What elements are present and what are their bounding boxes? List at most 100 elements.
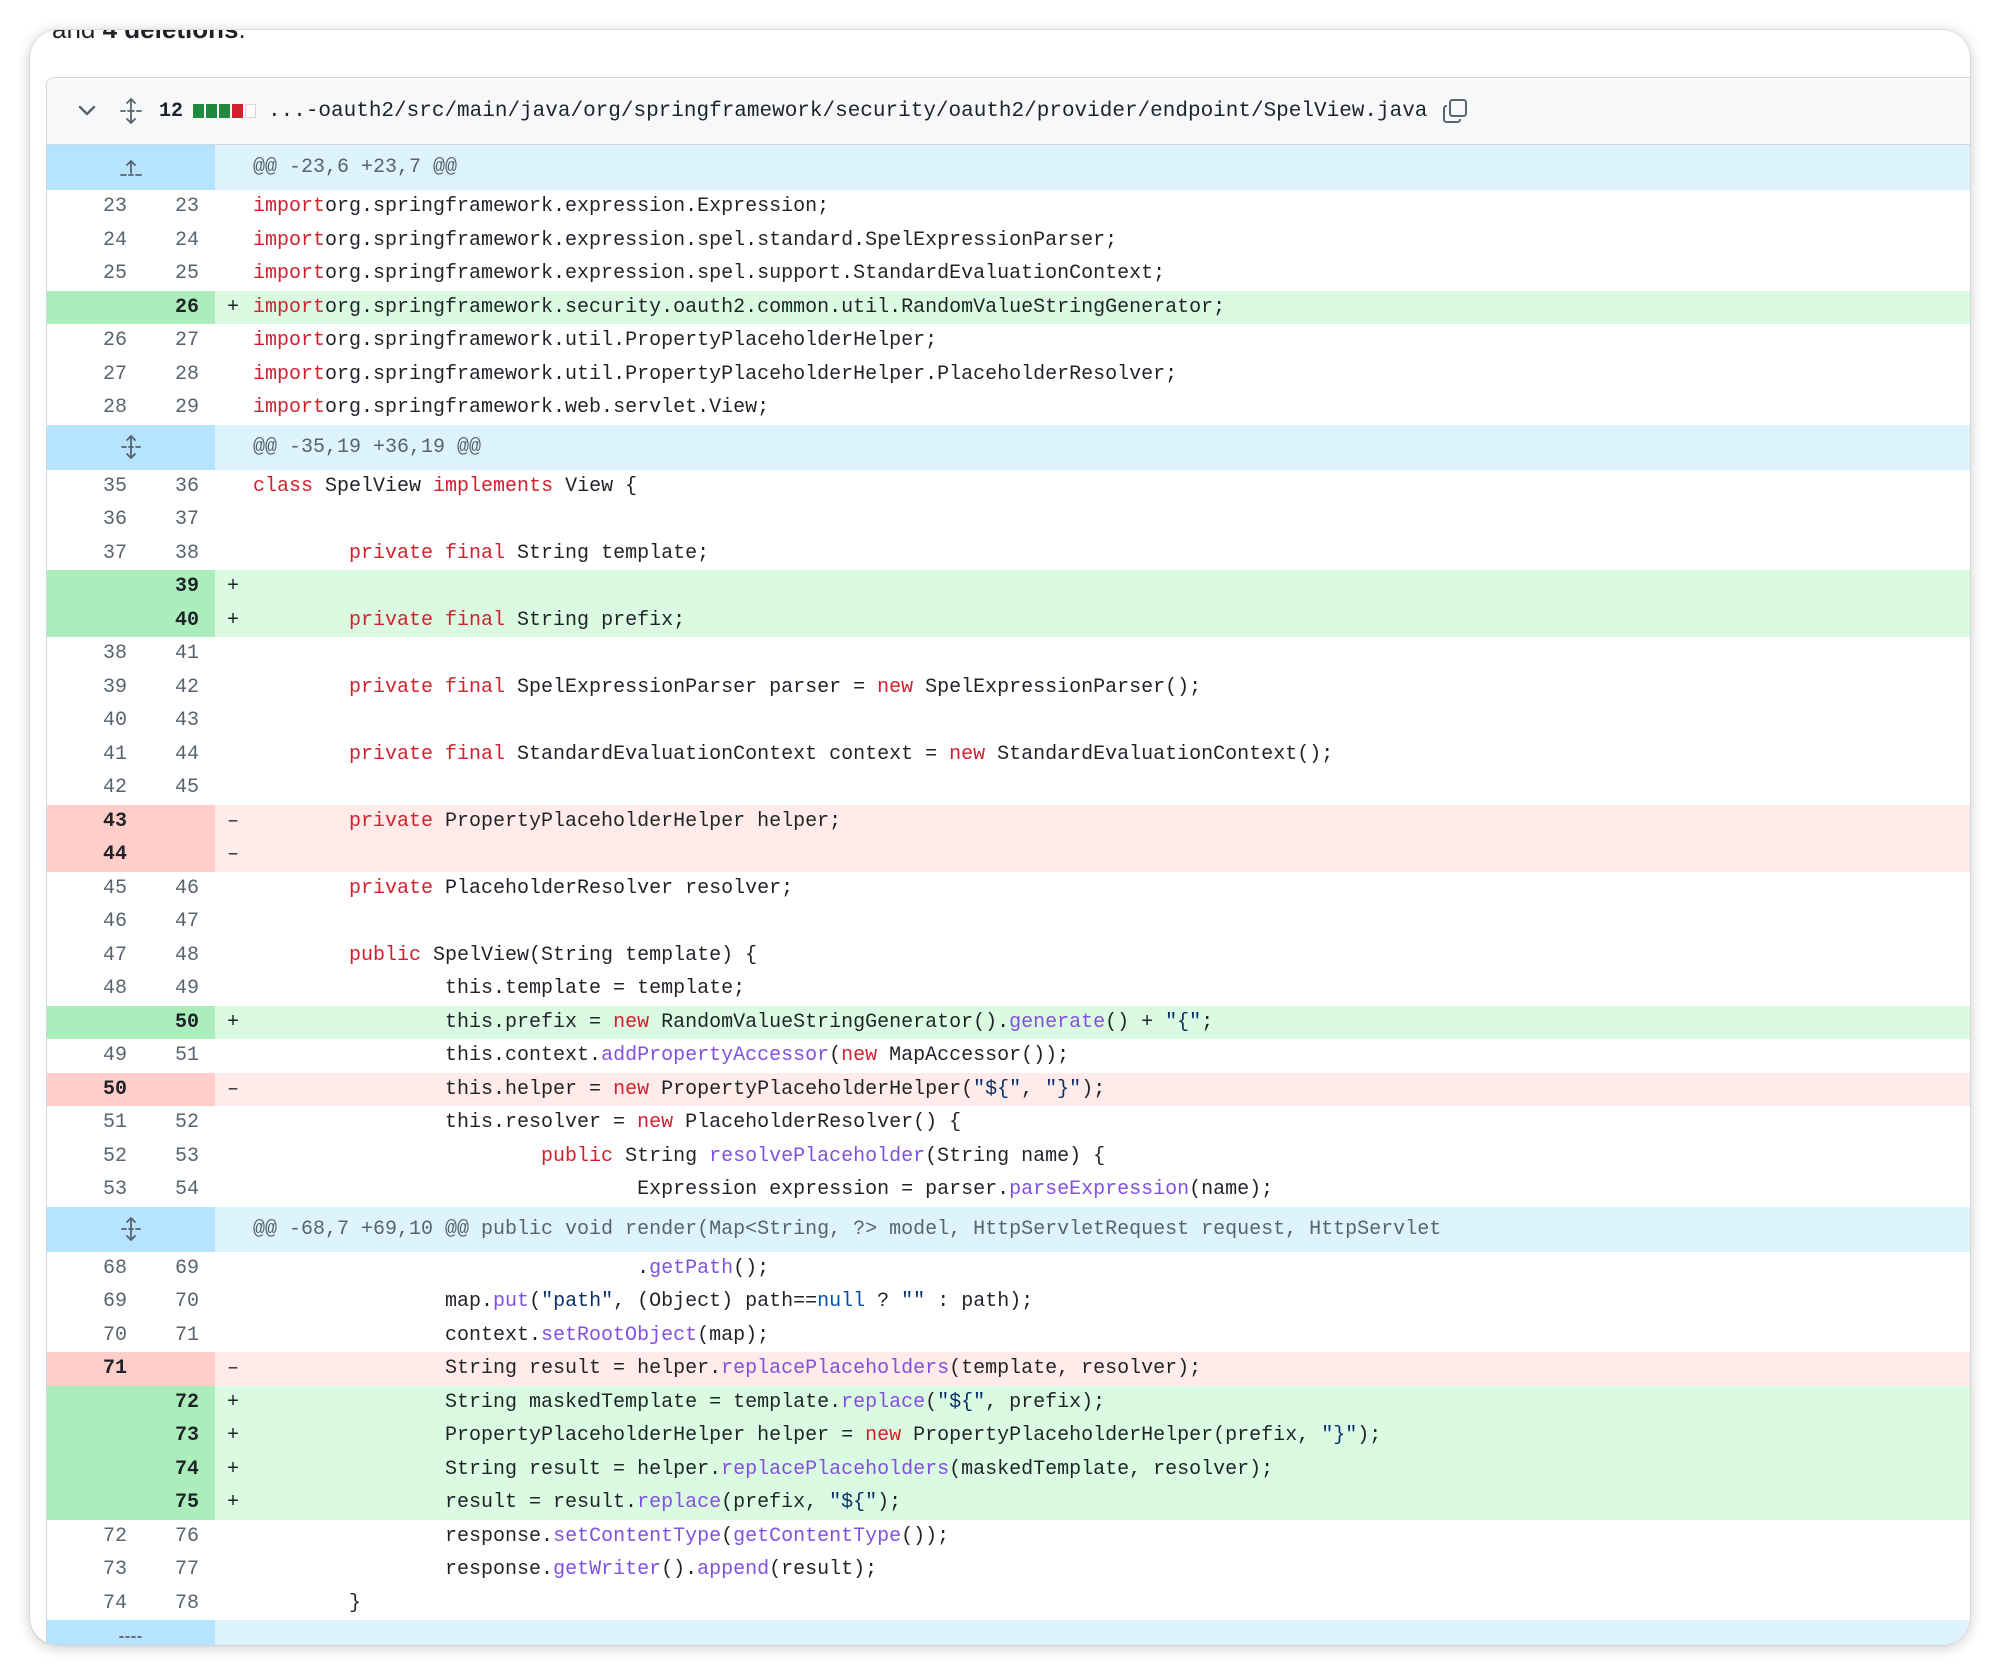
new-line-number[interactable]: 76 bbox=[131, 1520, 215, 1554]
code-token: setRootObject bbox=[541, 1323, 698, 1347]
old-line-number[interactable]: 27 bbox=[47, 358, 131, 392]
new-line-number[interactable]: 47 bbox=[131, 905, 215, 939]
new-line-number[interactable]: 25 bbox=[131, 257, 215, 291]
new-line-number[interactable]: 69 bbox=[131, 1252, 215, 1286]
old-line-number[interactable] bbox=[47, 1005, 131, 1039]
old-line-number[interactable]: 46 bbox=[47, 905, 131, 939]
new-line-number[interactable]: 43 bbox=[131, 704, 215, 738]
old-line-number[interactable]: 35 bbox=[47, 470, 131, 504]
new-line-number[interactable]: 50 bbox=[131, 1005, 215, 1039]
code-token: ); bbox=[1357, 1424, 1382, 1447]
file-path[interactable]: ...-oauth2/src/main/java/org/springframe… bbox=[268, 100, 1427, 123]
context-line: 23 23 importorg.springframework.expression… bbox=[47, 190, 1970, 224]
old-line-number[interactable] bbox=[47, 603, 131, 637]
new-line-number[interactable]: 28 bbox=[131, 358, 215, 392]
new-line-number[interactable] bbox=[131, 1352, 215, 1386]
chevron-down-icon[interactable] bbox=[77, 104, 101, 118]
old-line-number[interactable]: 42 bbox=[47, 771, 131, 805]
code-token: private final bbox=[349, 541, 506, 565]
old-line-number[interactable]: 26 bbox=[47, 324, 131, 358]
new-line-number[interactable]: 74 bbox=[131, 1452, 215, 1486]
unfold-icon[interactable] bbox=[47, 424, 215, 470]
new-line-number[interactable]: 72 bbox=[131, 1385, 215, 1419]
new-line-number[interactable]: 54 bbox=[131, 1173, 215, 1207]
expand-more-icon[interactable] bbox=[47, 1620, 215, 1645]
new-line-number[interactable]: 36 bbox=[131, 470, 215, 504]
new-line-number[interactable]: 42 bbox=[131, 671, 215, 705]
new-line-number[interactable]: 51 bbox=[131, 1039, 215, 1073]
expand-up-icon[interactable] bbox=[47, 145, 215, 190]
old-line-number[interactable]: 70 bbox=[47, 1319, 131, 1353]
new-line-number[interactable]: 29 bbox=[131, 391, 215, 425]
new-line-number[interactable]: 73 bbox=[131, 1419, 215, 1453]
new-line-number[interactable] bbox=[131, 1072, 215, 1106]
new-line-number[interactable] bbox=[131, 804, 215, 838]
old-line-number[interactable]: 52 bbox=[47, 1140, 131, 1174]
old-line-number[interactable]: 44 bbox=[47, 838, 131, 872]
new-line-number[interactable]: 46 bbox=[131, 872, 215, 906]
new-line-number[interactable]: 41 bbox=[131, 637, 215, 671]
new-line-number[interactable]: 44 bbox=[131, 738, 215, 772]
diff-marker bbox=[215, 470, 251, 504]
old-line-number[interactable]: 47 bbox=[47, 939, 131, 973]
old-line-number[interactable]: 45 bbox=[47, 872, 131, 906]
new-line-number[interactable]: 38 bbox=[131, 537, 215, 571]
new-line-number[interactable]: 37 bbox=[131, 503, 215, 537]
new-line-number[interactable]: 48 bbox=[131, 939, 215, 973]
new-line-number[interactable]: 71 bbox=[131, 1319, 215, 1353]
old-line-number[interactable]: 69 bbox=[47, 1285, 131, 1319]
new-line-number[interactable]: 52 bbox=[131, 1106, 215, 1140]
old-line-number[interactable] bbox=[47, 1419, 131, 1453]
old-line-number[interactable]: 72 bbox=[47, 1520, 131, 1554]
old-line-number[interactable] bbox=[47, 1385, 131, 1419]
new-line-number[interactable]: 75 bbox=[131, 1486, 215, 1520]
new-line-number[interactable] bbox=[131, 838, 215, 872]
new-line-number[interactable]: 77 bbox=[131, 1553, 215, 1587]
old-line-number[interactable]: 43 bbox=[47, 804, 131, 838]
code-token: this.resolver = bbox=[253, 1111, 638, 1134]
new-line-number[interactable]: 70 bbox=[131, 1285, 215, 1319]
new-line-number[interactable]: 26 bbox=[131, 290, 215, 324]
new-line-number[interactable]: 39 bbox=[131, 570, 215, 604]
old-line-number[interactable]: 73 bbox=[47, 1553, 131, 1587]
new-line-number[interactable]: 49 bbox=[131, 972, 215, 1006]
copy-icon[interactable] bbox=[1441, 97, 1469, 125]
context-line: 52 53 public String resolvePlaceholder(St… bbox=[47, 1140, 1970, 1174]
old-line-number[interactable] bbox=[47, 570, 131, 604]
new-line-number[interactable]: 27 bbox=[131, 324, 215, 358]
old-line-number[interactable]: 74 bbox=[47, 1587, 131, 1621]
old-line-number[interactable]: 68 bbox=[47, 1252, 131, 1286]
new-line-number[interactable]: 53 bbox=[131, 1140, 215, 1174]
new-line-number[interactable]: 45 bbox=[131, 771, 215, 805]
hunk-header: @@ -68,7 +69,10 @@ public void render(Ma… bbox=[47, 1206, 1970, 1252]
old-line-number[interactable]: 50 bbox=[47, 1072, 131, 1106]
old-line-number[interactable]: 40 bbox=[47, 704, 131, 738]
old-line-number[interactable]: 24 bbox=[47, 224, 131, 258]
old-line-number[interactable]: 25 bbox=[47, 257, 131, 291]
old-line-number[interactable] bbox=[47, 1486, 131, 1520]
old-line-number[interactable]: 71 bbox=[47, 1352, 131, 1386]
old-line-number[interactable]: 38 bbox=[47, 637, 131, 671]
new-line-number[interactable]: 24 bbox=[131, 224, 215, 258]
code-text: class SpelView implements View { bbox=[251, 470, 1970, 504]
old-line-number[interactable]: 36 bbox=[47, 503, 131, 537]
old-line-number[interactable]: 48 bbox=[47, 972, 131, 1006]
old-line-number[interactable]: 39 bbox=[47, 671, 131, 705]
diff-marker: + bbox=[226, 575, 239, 598]
old-line-number[interactable]: 37 bbox=[47, 537, 131, 571]
new-line-number[interactable]: 78 bbox=[131, 1587, 215, 1621]
old-line-number[interactable]: 28 bbox=[47, 391, 131, 425]
old-line-number[interactable] bbox=[47, 1452, 131, 1486]
old-line-number[interactable]: 41 bbox=[47, 738, 131, 772]
code-text: private PropertyPlaceholderHelper helper… bbox=[251, 805, 1970, 839]
unfold-icon[interactable] bbox=[119, 98, 145, 124]
old-line-number[interactable]: 53 bbox=[47, 1173, 131, 1207]
old-line-number[interactable] bbox=[47, 290, 131, 324]
unfold-icon[interactable] bbox=[47, 1206, 215, 1252]
old-line-number[interactable]: 49 bbox=[47, 1039, 131, 1073]
new-line-number[interactable]: 23 bbox=[131, 190, 215, 224]
old-line-number[interactable]: 23 bbox=[47, 190, 131, 224]
new-line-number[interactable]: 40 bbox=[131, 603, 215, 637]
diff-marker: + bbox=[226, 295, 239, 319]
old-line-number[interactable]: 51 bbox=[47, 1106, 131, 1140]
